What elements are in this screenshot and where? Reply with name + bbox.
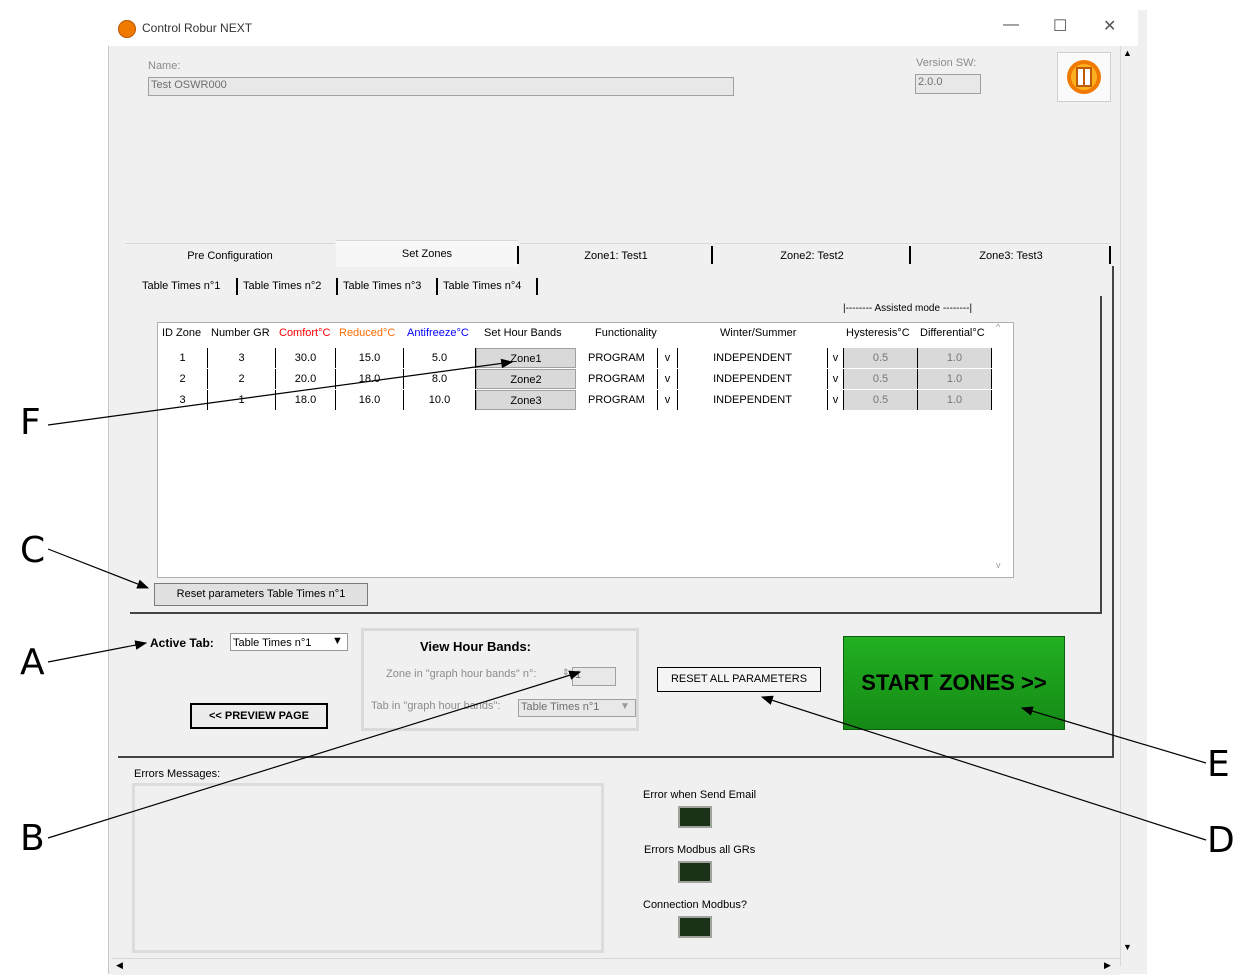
arrow-a <box>47 640 148 663</box>
annotation-c: C <box>20 530 46 571</box>
arrow-c <box>47 548 150 589</box>
annotation-f: F <box>20 402 41 443</box>
arrow-b <box>47 670 582 839</box>
annotation-d: D <box>1207 820 1235 861</box>
annotation-a: A <box>20 642 45 683</box>
arrow-f <box>47 358 514 426</box>
arrow-e <box>1020 706 1207 764</box>
annotation-b: B <box>20 818 45 859</box>
annotation-e: E <box>1207 744 1230 785</box>
arrow-d <box>760 695 1207 841</box>
annotation-arrows <box>47 358 1207 841</box>
